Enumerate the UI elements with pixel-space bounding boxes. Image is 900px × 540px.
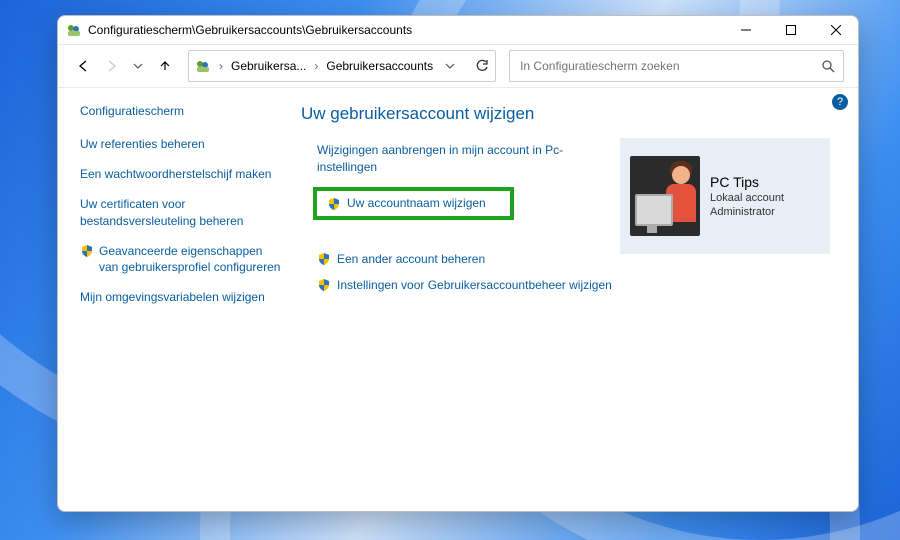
minimize-button[interactable]	[723, 16, 768, 44]
recent-dropdown[interactable]	[126, 54, 150, 78]
search-box[interactable]	[509, 50, 844, 82]
user-accounts-icon	[66, 22, 82, 38]
address-bar[interactable]: › Gebruikersa... › Gebruikersaccounts	[188, 50, 496, 82]
user-name: PC Tips	[710, 174, 784, 190]
back-button[interactable]	[72, 54, 96, 78]
page-heading: Uw gebruikersaccount wijzigen	[301, 104, 858, 124]
control-panel-window: Configuratiescherm\Gebruikersaccounts\Ge…	[57, 15, 859, 512]
shield-icon	[327, 197, 341, 211]
user-accounts-icon	[195, 58, 211, 74]
up-button[interactable]	[153, 54, 177, 78]
shield-icon	[80, 244, 94, 258]
avatar	[630, 156, 700, 236]
breadcrumb-segment[interactable]: Gebruikersaccounts	[326, 59, 433, 73]
breadcrumb-segment[interactable]: Gebruikersa...	[231, 59, 306, 73]
shield-icon	[317, 252, 331, 266]
chevron-down-icon[interactable]	[445, 61, 455, 71]
shield-icon	[317, 278, 331, 292]
sidebar-item-advanced-profile[interactable]: Geavanceerde eigenschappen van gebruiker…	[80, 243, 285, 275]
titlebar[interactable]: Configuratiescherm\Gebruikersaccounts\Ge…	[58, 16, 858, 45]
user-account-type: Lokaal account	[710, 192, 784, 204]
help-icon[interactable]: ?	[832, 94, 848, 110]
current-user-card: PC Tips Lokaal account Administrator	[620, 138, 830, 254]
highlighted-change-name: Uw accountnaam wijzigen	[313, 187, 514, 220]
link-uac-settings[interactable]: Instellingen voor Gebruikersaccountbehee…	[317, 277, 858, 294]
chevron-right-icon[interactable]: ›	[219, 59, 223, 73]
sidebar-item-certs[interactable]: Uw certificaten voor bestandsversleuteli…	[80, 196, 285, 228]
maximize-button[interactable]	[768, 16, 813, 44]
search-input[interactable]	[518, 50, 821, 82]
navigation-bar: › Gebruikersa... › Gebruikersaccounts	[58, 45, 858, 88]
control-panel-home-link[interactable]: Configuratiescherm	[80, 104, 285, 118]
content-area: ? Configuratiescherm Uw referenties behe…	[58, 88, 858, 511]
sidebar-item-reset-disk[interactable]: Een wachtwoordherstelschijf maken	[80, 166, 285, 182]
sidebar-item-env-vars[interactable]: Mijn omgevingsvariabelen wijzigen	[80, 289, 285, 305]
user-role: Administrator	[710, 206, 784, 218]
forward-button[interactable]	[99, 54, 123, 78]
link-change-account-name[interactable]: Uw accountnaam wijzigen	[347, 196, 486, 210]
window-title: Configuratiescherm\Gebruikersaccounts\Ge…	[88, 23, 412, 37]
sidebar: Configuratiescherm Uw referenties behere…	[58, 88, 295, 511]
chevron-right-icon[interactable]: ›	[314, 59, 318, 73]
link-pc-settings[interactable]: Wijzigingen aanbrengen in mijn account i…	[317, 142, 577, 176]
close-button[interactable]	[813, 16, 858, 44]
search-icon[interactable]	[821, 59, 835, 73]
sidebar-item-credentials[interactable]: Uw referenties beheren	[80, 136, 285, 152]
refresh-button[interactable]	[475, 59, 489, 73]
